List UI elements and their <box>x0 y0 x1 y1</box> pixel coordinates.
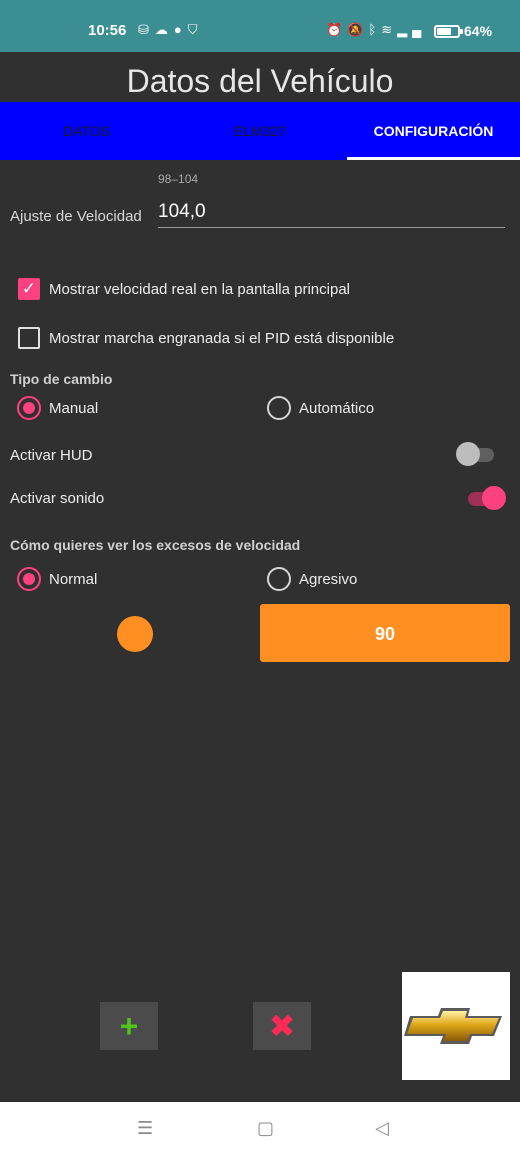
sim-icon: ⛁ <box>138 22 155 37</box>
speed-limit-button[interactable]: 90 <box>260 604 510 662</box>
add-button[interactable]: + <box>100 1002 158 1050</box>
radio-button[interactable] <box>267 567 291 591</box>
radio-label: Normal <box>49 570 98 588</box>
bluetooth-icon: ᛒ <box>368 22 382 37</box>
tab-indicator <box>347 157 520 160</box>
radio-button[interactable] <box>17 567 41 591</box>
radio-button[interactable] <box>267 396 291 420</box>
excess-view-title: Cómo quieres ver los excesos de velocida… <box>10 537 301 553</box>
speed-hint: 98–104 <box>158 172 199 186</box>
radio-agresivo[interactable]: Agresivo <box>267 567 357 591</box>
speed-label: Ajuste de Velocidad <box>10 208 142 225</box>
alarm-icon: ⏰ <box>326 22 348 37</box>
tab-configuracion[interactable]: CONFIGURACIÓN <box>347 102 520 160</box>
status-bar: 10:56 ⛁☁●⛉ ⏰🔕ᛒ≋▂▄ 64% <box>0 0 520 52</box>
radio-label: Automático <box>299 399 375 417</box>
system-nav-bar: ☰ ▢ ◁ <box>0 1102 520 1156</box>
checkbox-row-gear[interactable]: Mostrar marcha engranada si el PID está … <box>18 326 394 350</box>
wifi-icon: ≋ <box>381 22 398 37</box>
speed-input[interactable] <box>158 196 505 228</box>
shield-icon: ⛉ <box>187 22 204 37</box>
home-icon[interactable]: ▢ <box>257 1118 274 1139</box>
signal-icon: ▂▄ <box>397 22 427 37</box>
sound-switch[interactable] <box>464 485 506 511</box>
battery-icon <box>434 25 463 38</box>
tab-bar: DATOS ELM327 CONFIGURACIÓN <box>0 102 520 160</box>
radio-label: Agresivo <box>299 570 358 588</box>
app-title: Datos del Vehículo <box>126 63 394 99</box>
battery-percent: 64% <box>464 23 493 39</box>
color-picker-swatch[interactable] <box>117 616 153 652</box>
hud-label: Activar HUD <box>10 447 93 464</box>
status-left-icons: ⛁☁●⛉ <box>138 22 204 38</box>
radio-normal[interactable]: Normal <box>17 567 97 591</box>
status-right-icons: ⏰🔕ᛒ≋▂▄ <box>326 22 426 38</box>
app-icon: ● <box>173 22 188 37</box>
radio-label: Manual <box>49 399 99 417</box>
chevrolet-logo[interactable] <box>402 972 510 1080</box>
checkbox-row-real-speed[interactable]: ✓ Mostrar velocidad real en la pantalla … <box>18 277 350 301</box>
gear-type-title: Tipo de cambio <box>10 371 113 387</box>
checkbox-gear[interactable] <box>18 327 40 349</box>
back-icon[interactable]: ◁ <box>375 1118 389 1139</box>
tab-datos[interactable]: DATOS <box>0 102 173 160</box>
tab-elm327[interactable]: ELM327 <box>173 102 347 160</box>
hud-switch[interactable] <box>456 441 498 467</box>
close-icon: ✖ <box>268 1008 296 1044</box>
radio-button[interactable] <box>17 396 41 420</box>
cloud-icon: ☁ <box>154 22 174 37</box>
radio-automatico[interactable]: Automático <box>267 396 374 420</box>
radio-manual[interactable]: Manual <box>17 396 98 420</box>
mute-icon: 🔕 <box>347 22 369 37</box>
status-time: 10:56 <box>88 22 127 39</box>
delete-button[interactable]: ✖ <box>253 1002 311 1050</box>
checkbox-label: Mostrar velocidad real en la pantalla pr… <box>49 280 350 298</box>
menu-icon[interactable]: ☰ <box>137 1118 153 1139</box>
check-icon: ✓ <box>21 279 37 298</box>
chevrolet-bowtie-icon <box>404 1008 502 1044</box>
checkbox-real-speed[interactable]: ✓ <box>18 278 40 300</box>
plus-icon: + <box>119 1008 139 1044</box>
sound-label: Activar sonido <box>10 490 105 507</box>
checkbox-label: Mostrar marcha engranada si el PID está … <box>49 329 395 347</box>
